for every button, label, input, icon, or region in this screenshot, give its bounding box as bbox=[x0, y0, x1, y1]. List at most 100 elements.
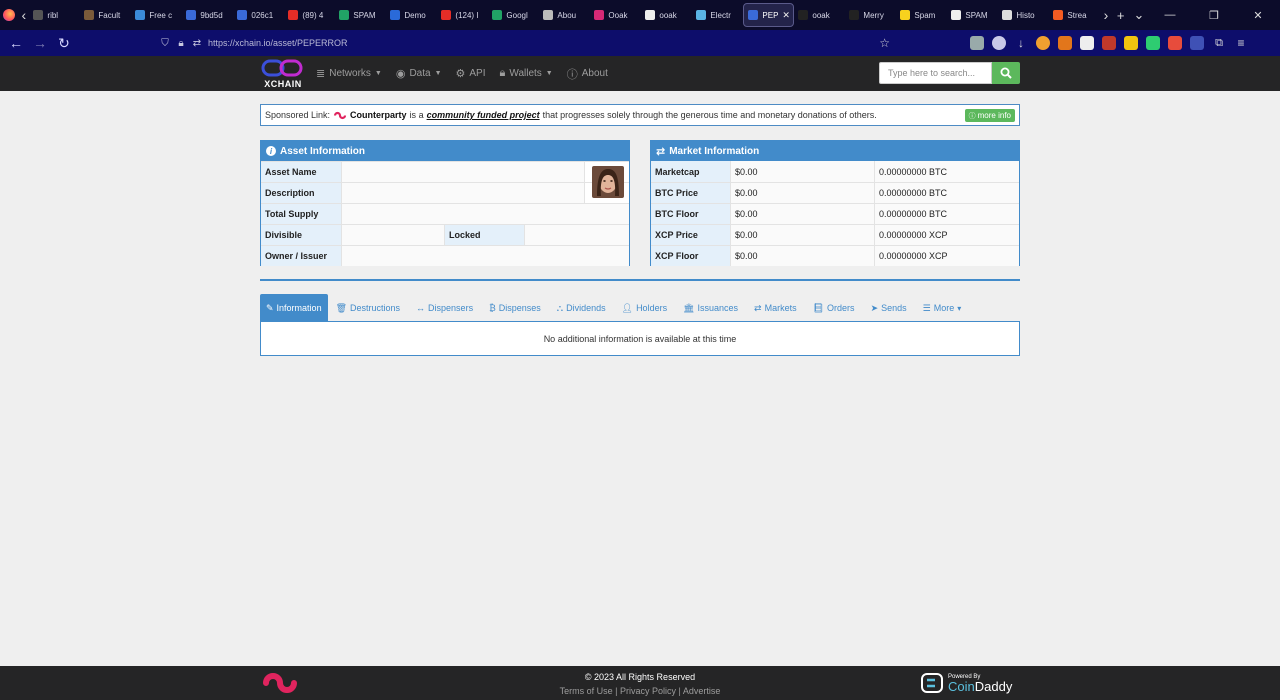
market-row: Marketcap $0.00 0.00000000 BTC bbox=[651, 161, 1019, 182]
coindaddy-logo[interactable]: Powered By CoinDaddy bbox=[920, 670, 1012, 696]
tab-markets[interactable]: ⇄ Markets bbox=[746, 294, 805, 322]
nav-networks[interactable]: ≣ Networks ▼ bbox=[316, 67, 382, 80]
tab-information[interactable]: ✎ Information bbox=[260, 294, 328, 322]
url-text[interactable]: https://xchain.io/asset/PEPERROR bbox=[208, 38, 348, 48]
community-project-link[interactable]: community funded project bbox=[427, 110, 540, 120]
terms-link[interactable]: Terms of Use bbox=[560, 686, 613, 696]
browser-tab[interactable]: Abou bbox=[539, 3, 590, 27]
browser-tab[interactable]: 9bd5d bbox=[182, 3, 233, 27]
bookmark-star-icon[interactable]: ☆ bbox=[879, 36, 890, 50]
browser-tab[interactable]: ooak bbox=[794, 3, 845, 27]
forward-icon[interactable]: → bbox=[28, 35, 52, 51]
browser-tab[interactable]: ooak bbox=[641, 3, 692, 27]
close-tab-icon[interactable]: ✕ bbox=[782, 10, 790, 21]
browser-tab[interactable]: (89) 4 bbox=[284, 3, 335, 27]
favicon-icon bbox=[33, 10, 44, 20]
menu-icon[interactable]: ≡ bbox=[1234, 36, 1248, 50]
caret-down-icon: ▾ bbox=[957, 303, 962, 313]
metamask-icon[interactable] bbox=[1058, 36, 1072, 50]
asset-name-label: Asset Name bbox=[261, 162, 342, 182]
xchain-logo[interactable]: XCHAIN bbox=[260, 58, 306, 90]
address-bar[interactable]: ⛉ 🔒︎ ⇄ https://xchain.io/asset/PEPERROR … bbox=[160, 32, 890, 54]
new-tab-icon[interactable]: + bbox=[1112, 8, 1130, 23]
search-button[interactable] bbox=[992, 62, 1020, 84]
browser-tab[interactable]: Googl bbox=[488, 3, 539, 27]
browser-tab[interactable]: Ooak bbox=[590, 3, 641, 27]
browser-tab[interactable]: PEP ✕ bbox=[743, 3, 795, 27]
extension-icon[interactable] bbox=[1190, 36, 1204, 50]
advertise-link[interactable]: Advertise bbox=[683, 686, 721, 696]
copyright-text: © 2023 All Rights Reserved bbox=[584, 672, 696, 682]
tab-issuances[interactable]: 🏛︎ Issuances bbox=[675, 294, 746, 322]
tab-scroll-right-icon[interactable]: › bbox=[1100, 7, 1111, 23]
nav-data[interactable]: ◉ Data ▼ bbox=[396, 67, 442, 80]
search-input[interactable] bbox=[879, 62, 992, 84]
counterparty-logo[interactable] bbox=[260, 670, 304, 696]
close-window-icon[interactable]: ✕ bbox=[1236, 0, 1280, 30]
browser-tab[interactable]: (124) I bbox=[437, 3, 488, 27]
browser-tab[interactable]: SPAM bbox=[947, 3, 998, 27]
extension-icon[interactable] bbox=[1102, 36, 1116, 50]
shield-icon[interactable]: ⛉ bbox=[160, 38, 170, 49]
tab-holders[interactable]: 👤︎ Holders bbox=[614, 294, 675, 322]
tab-label: Destructions bbox=[350, 303, 401, 313]
privacy-link[interactable]: Privacy Policy bbox=[620, 686, 676, 696]
market-row: XCP Floor $0.00 0.00000000 XCP bbox=[651, 245, 1019, 266]
tab-more[interactable]: ☰ More ▾ bbox=[915, 294, 970, 322]
nav-label: About bbox=[581, 68, 608, 79]
extensions-puzzle-icon[interactable]: ⧉ bbox=[1212, 36, 1226, 50]
browser-tab[interactable]: ribl bbox=[29, 3, 80, 27]
extension-icon[interactable] bbox=[1124, 36, 1138, 50]
counterparty-icon bbox=[333, 111, 347, 119]
tab-dividends[interactable]: ⛬ Dividends bbox=[549, 294, 614, 322]
tab-dispenses[interactable]: ₿ Dispenses bbox=[481, 294, 549, 322]
extension-icon[interactable] bbox=[1036, 36, 1050, 50]
browser-tab[interactable]: Merry bbox=[845, 3, 896, 27]
extension-icon[interactable] bbox=[1168, 36, 1182, 50]
favicon-icon bbox=[237, 10, 248, 20]
market-alt-value: 0.00000000 BTC bbox=[875, 183, 1019, 203]
reload-icon[interactable]: ↻ bbox=[52, 35, 76, 52]
nav-about[interactable]: ⓘ About bbox=[567, 66, 608, 82]
tab-destructions[interactable]: 🗑︎ Destructions bbox=[328, 294, 408, 322]
tab-sends[interactable]: ➤ Sends bbox=[863, 294, 915, 322]
tab-list-icon[interactable]: ⌄ bbox=[1130, 7, 1148, 23]
browser-tab[interactable]: Histo bbox=[998, 3, 1049, 27]
pocket-icon[interactable] bbox=[992, 36, 1006, 50]
browser-tab[interactable]: Free c bbox=[131, 3, 182, 27]
back-icon[interactable]: ← bbox=[4, 35, 28, 51]
extension-icon[interactable] bbox=[1146, 36, 1160, 50]
browser-tabs: ribl Facult Free c 9bd5d 026c1 (89) 4 SPAM Demo… bbox=[29, 0, 1100, 30]
user-icon: 👤︎ bbox=[621, 302, 634, 313]
description-label: Description bbox=[261, 183, 342, 203]
browser-tab[interactable]: 026c1 bbox=[233, 3, 284, 27]
owner-value[interactable] bbox=[342, 246, 629, 266]
tab-dispensers[interactable]: ↔ Dispensers bbox=[408, 294, 481, 322]
browser-tab[interactable]: Strea bbox=[1049, 3, 1100, 27]
caret-down-icon: ▼ bbox=[434, 70, 442, 77]
divisible-label: Divisible bbox=[261, 225, 342, 245]
more-info-button[interactable]: ⓘ more info bbox=[964, 109, 1015, 122]
coindaddy-name: CoinDaddy bbox=[948, 678, 1013, 694]
firefox-icon[interactable] bbox=[0, 0, 18, 30]
permissions-icon[interactable]: ⇄ bbox=[192, 38, 202, 49]
nav-wallets[interactable]: 🔒︎ Wallets ▼ bbox=[500, 67, 553, 80]
minimize-icon[interactable]: — bbox=[1148, 0, 1192, 30]
browser-tab[interactable]: SPAM bbox=[335, 3, 386, 27]
nav-api[interactable]: ⚙ API bbox=[456, 67, 486, 80]
lock-icon[interactable]: 🔒︎ bbox=[176, 38, 186, 49]
tab-orders[interactable]: 📘︎ Orders bbox=[805, 294, 863, 322]
browser-tab[interactable]: Facult bbox=[80, 3, 131, 27]
browser-tab[interactable]: Electr bbox=[692, 3, 743, 27]
restore-icon[interactable]: ❐ bbox=[1192, 0, 1236, 30]
browser-tab[interactable]: Spam bbox=[896, 3, 947, 27]
browser-tab-label: Demo bbox=[404, 10, 426, 20]
extension-icon[interactable] bbox=[1080, 36, 1094, 50]
asset-image[interactable] bbox=[592, 166, 624, 198]
extension-icon[interactable] bbox=[970, 36, 984, 50]
caret-down-icon: ▼ bbox=[545, 70, 553, 77]
browser-tab[interactable]: Demo bbox=[386, 3, 437, 27]
total-supply-row: Total Supply bbox=[261, 203, 629, 224]
tab-scroll-left-icon[interactable]: ‹ bbox=[18, 7, 29, 23]
download-icon[interactable]: ↓ bbox=[1014, 36, 1028, 50]
